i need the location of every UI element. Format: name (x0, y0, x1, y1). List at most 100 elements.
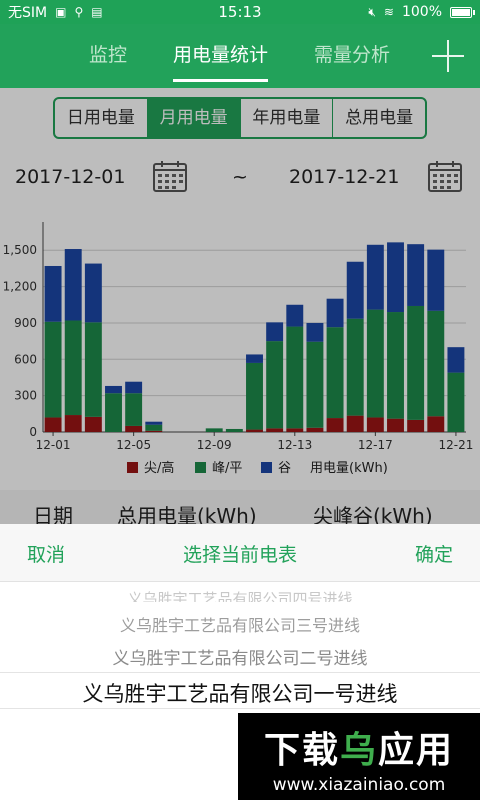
x-tick-label: 12-09 (197, 438, 232, 452)
confirm-button[interactable]: 确定 (415, 540, 453, 567)
x-tick-label: 12-05 (116, 438, 151, 452)
legend-unit-label: 用电量(kWh) (310, 461, 388, 476)
bar-segment (286, 326, 304, 429)
y-tick-label: 1,500 (3, 243, 37, 257)
y-tick-label: 0 (29, 425, 37, 439)
bar-segment (105, 385, 122, 394)
bar-segment (145, 421, 163, 425)
bar-segment (387, 312, 404, 419)
picker-option[interactable]: 义乌胜宇工艺品有限公司四号进线 (0, 588, 480, 602)
app-header: 监控 用电量统计 需量分析 (0, 24, 480, 88)
battery-percent: 100% (401, 4, 442, 20)
bar-segment (427, 310, 445, 417)
y-tick-label: 1,200 (3, 280, 37, 294)
legend-swatch (261, 462, 272, 473)
bar-segment (387, 418, 404, 432)
period-total[interactable]: 总用电量 (333, 99, 425, 137)
bar-segment (205, 428, 223, 432)
x-tick-label: 12-21 (438, 438, 473, 452)
wifi-icon: ≋ (383, 5, 394, 19)
bar-segment (84, 322, 102, 417)
bar-segment (387, 242, 404, 313)
picker-selection-line (0, 672, 480, 673)
bar-segment (447, 347, 465, 373)
bar-segment (346, 415, 364, 432)
period-monthly[interactable]: 月用电量 (147, 99, 241, 137)
bar-segment (266, 322, 284, 342)
bar-segment (427, 249, 445, 311)
bar-segment (326, 298, 344, 328)
tab-monitor[interactable]: 监控 (89, 24, 127, 88)
legend-swatch (195, 462, 206, 473)
legend-label: 尖/高 (144, 460, 174, 476)
bar-segment (366, 309, 384, 418)
date-separator: ~ (232, 166, 248, 188)
bar-segment (44, 265, 62, 322)
picker-title: 选择当前电表 (182, 544, 297, 566)
bar-segment (407, 305, 425, 420)
plus-icon[interactable] (432, 40, 464, 72)
bar-segment (366, 417, 384, 432)
picker-option-selected[interactable]: 义乌胜宇工艺品有限公司一号进线 (0, 678, 480, 708)
bar-segment (346, 318, 364, 416)
picker-selection-line (0, 708, 480, 709)
bar-segment (145, 424, 163, 431)
bar-segment (286, 304, 304, 327)
bar-segment (145, 430, 163, 432)
usb-icon: ⚲ (74, 5, 84, 19)
electricity-bar-chart: 0 300 600 900 1,200 1,500 12-01 12-05 12-09 12-13… (3, 222, 473, 476)
legend-label: 峰/平 (212, 461, 242, 476)
picker-option[interactable]: 义乌胜宇工艺品有限公司二号进线 (0, 644, 480, 669)
bar-segment (44, 417, 62, 432)
bar-segment (427, 416, 445, 432)
bar-segment (326, 418, 344, 432)
legend-swatch (127, 462, 138, 473)
bar-segment (64, 415, 82, 432)
x-tick-label: 12-13 (277, 438, 312, 452)
y-tick-label: 300 (14, 389, 37, 403)
bar-segment (64, 320, 82, 416)
notification-icon: ▤ (91, 5, 103, 19)
bar-segment (225, 428, 243, 432)
bar-segment (44, 321, 62, 418)
calendar-icon[interactable] (428, 160, 462, 192)
mute-icon: 🔇︎ (368, 4, 376, 19)
carrier-label: 无SIM (8, 5, 48, 21)
bar-segment (246, 429, 263, 432)
bar-segment (105, 393, 122, 432)
bar-segment (366, 244, 384, 310)
battery-icon (450, 6, 475, 18)
tab-electricity-statistics[interactable]: 用电量统计 (173, 24, 269, 88)
bar-segment (84, 263, 102, 323)
bar-segment (246, 354, 263, 363)
bar-segment (346, 261, 364, 319)
legend-label: 谷 (278, 461, 291, 476)
screenshot-icon: ▣ (55, 5, 67, 19)
bar-segment (407, 419, 425, 432)
bar-segment (266, 428, 284, 432)
active-tab-indicator (173, 79, 269, 82)
x-tick-label: 12-01 (36, 438, 71, 452)
bar-segment (306, 427, 324, 432)
bar-segment (246, 362, 263, 430)
picker-toolbar: 取消 选择当前电表 确定 (0, 524, 480, 582)
status-bar: 无SIM ▣ ⚲ ▤ 15:13 🔇︎ ≋ 100% (0, 0, 480, 24)
x-tick-label: 12-17 (358, 438, 393, 452)
bar-segment (125, 425, 143, 432)
period-daily[interactable]: 日用电量 (55, 99, 148, 137)
bar-segment (306, 341, 324, 428)
picker-option[interactable]: 义乌胜宇工艺品有限公司三号进线 (0, 612, 480, 636)
bar-segment (286, 428, 304, 432)
bar-segment (84, 416, 102, 432)
end-date[interactable]: 2017-12-21 (289, 166, 399, 188)
bar-segment (266, 341, 284, 429)
calendar-icon[interactable] (153, 160, 187, 192)
bar-segment (306, 322, 324, 342)
period-segmented-control: 日用电量 月用电量 年用电量 总用电量 (53, 97, 427, 139)
y-tick-label: 900 (14, 316, 37, 330)
tab-demand-analysis[interactable]: 需量分析 (314, 24, 390, 88)
bar-segment (64, 249, 82, 321)
period-yearly[interactable]: 年用电量 (241, 99, 334, 137)
start-date[interactable]: 2017-12-01 (15, 166, 125, 188)
bar-segment (125, 381, 143, 394)
